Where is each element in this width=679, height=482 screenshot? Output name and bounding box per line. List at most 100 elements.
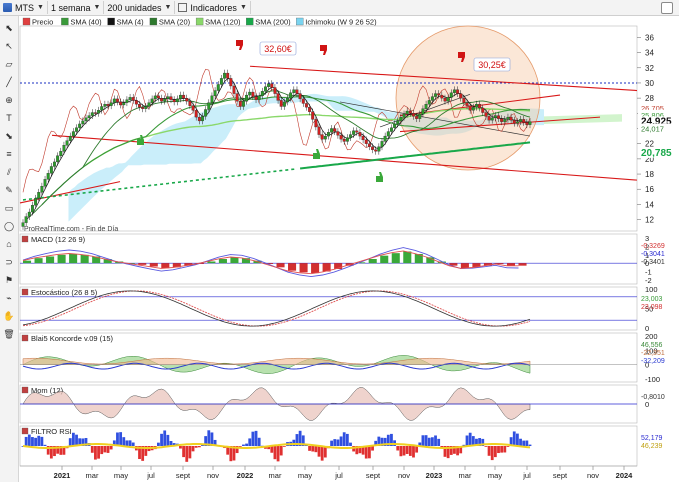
candle-body <box>421 108 425 115</box>
x-tick-label: jul <box>522 471 531 480</box>
x-tick-label: jul <box>146 471 155 480</box>
x-tick-label: sept <box>366 471 381 480</box>
y-tick-label: 16 <box>645 185 654 194</box>
candle-body <box>238 101 242 107</box>
rsi-filter-bar <box>68 438 72 446</box>
rsi-filter-bar <box>24 436 28 446</box>
candle-body <box>75 127 78 132</box>
candle-body <box>232 85 236 94</box>
indicator-value-label: -0,3269 <box>641 243 665 250</box>
candle-body <box>197 116 201 122</box>
rsi-filter-bar <box>512 431 516 446</box>
candle-body <box>402 113 406 118</box>
rsi-filter-bar <box>122 437 126 446</box>
candle-body <box>194 110 198 118</box>
candle-body <box>487 116 491 121</box>
macd-bar <box>288 263 297 271</box>
rsi-filter-bar <box>194 446 198 448</box>
candle-body <box>500 118 504 122</box>
macd-bar <box>380 255 389 264</box>
rsi-filter-bar <box>257 437 261 446</box>
candle-body <box>141 107 145 109</box>
rsi-filter-bar <box>245 443 248 446</box>
candle-body <box>396 120 400 125</box>
candle-body <box>522 119 526 123</box>
rsi-filter-bar <box>402 446 406 456</box>
rsi-filter-bar <box>75 434 78 446</box>
legend-swatch <box>107 17 115 26</box>
watermark: ProRealTime.com - Fin de Día <box>24 226 118 233</box>
legend-label: SMA (4) <box>117 18 145 27</box>
candle-body <box>289 92 293 99</box>
rsi-filter-bar <box>119 432 123 446</box>
macd-bar <box>218 259 227 264</box>
macd-bar <box>368 259 377 264</box>
candle-body <box>134 100 138 105</box>
candle-body <box>452 89 456 93</box>
rsi-filter-bar <box>182 446 186 458</box>
rsi-filter-bar <box>405 446 409 454</box>
rsi-filter-bar <box>336 439 340 446</box>
annotation-high2: 30,25€ <box>478 60 506 70</box>
candle-body <box>497 115 500 119</box>
candle-body <box>336 131 340 136</box>
rsi-filter-bar <box>157 442 160 446</box>
candle-body <box>223 72 226 79</box>
macd-bar <box>299 263 308 273</box>
candle-body <box>185 97 189 102</box>
rsi-filter-bar <box>396 446 400 451</box>
candle-body <box>456 89 460 94</box>
rsi-filter-title: FILTRO RSI <box>31 427 72 436</box>
candle-body <box>226 72 230 79</box>
candle-body <box>493 115 497 119</box>
candle-body <box>122 102 126 106</box>
candle-body <box>355 130 359 133</box>
candle-body <box>465 102 469 106</box>
candle-body <box>292 89 296 93</box>
rsi-filter-bar <box>43 444 47 446</box>
y-tick-label: -100 <box>645 375 660 384</box>
candle-body <box>78 123 82 128</box>
rsi-filter-bar <box>125 440 129 446</box>
candle-body <box>46 173 50 180</box>
rsi-filter-bar <box>522 440 526 446</box>
candle-body <box>484 112 488 117</box>
macd-bar <box>23 260 32 264</box>
candle-body <box>364 139 368 144</box>
candle-body <box>191 105 195 111</box>
candle-body <box>144 106 148 109</box>
macd-bar <box>311 263 320 274</box>
indicator-value-label: -0,8010 <box>641 394 665 401</box>
x-tick-label: 2024 <box>616 471 634 480</box>
candle-body <box>213 90 217 97</box>
candle-body <box>103 104 107 107</box>
rsi-filter-bar <box>292 439 296 446</box>
rsi-filter-bar <box>188 446 192 459</box>
rsi-filter-bar <box>367 446 371 459</box>
y-tick-label: 30 <box>645 79 654 88</box>
rsi-filter-bar <box>97 446 100 459</box>
legend: Precio SMA (40) SMA (4) SMA (20) SMA (120) SM… <box>22 17 377 27</box>
candle-body <box>427 100 431 105</box>
candle-body <box>109 102 113 106</box>
candle-body <box>371 146 374 150</box>
candle-body <box>49 166 53 174</box>
candle-body <box>97 110 101 114</box>
candle-body <box>204 109 208 117</box>
candle-body <box>437 93 441 96</box>
legend-label: Precio <box>32 18 53 27</box>
candle-body <box>471 107 475 111</box>
indicator-value-label: 46,239 <box>641 443 663 450</box>
candle-body <box>424 104 428 109</box>
rsi-filter-bar <box>242 444 245 446</box>
macd-bar <box>149 263 158 267</box>
candle-body <box>377 146 381 152</box>
x-tick-label: may <box>114 471 128 480</box>
rsi-filter-bar <box>421 435 425 446</box>
candle-body <box>367 143 371 147</box>
candle-body <box>62 145 66 152</box>
candle-body <box>304 103 308 108</box>
candle-body <box>116 98 119 103</box>
candle-body <box>81 120 85 125</box>
y-tick-label: 18 <box>645 170 654 179</box>
